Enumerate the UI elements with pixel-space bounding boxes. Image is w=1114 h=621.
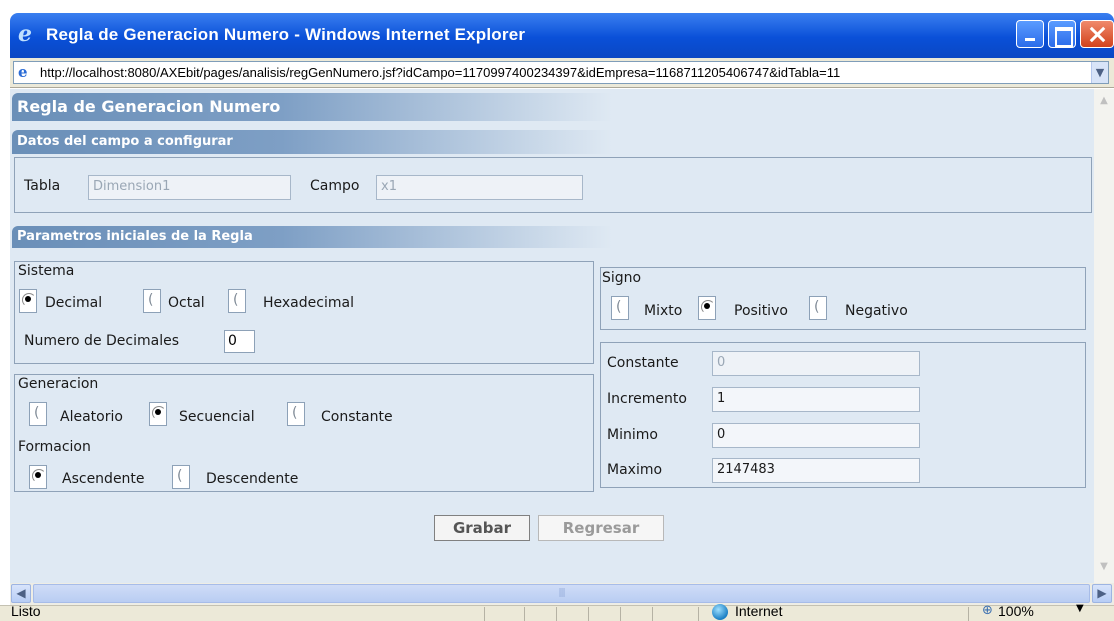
address-bar: e http://localhost:8080/AXEbit/pages/ana… xyxy=(10,58,1114,88)
tabla-field[interactable]: Dimension1 xyxy=(88,175,291,200)
radio-octal[interactable] xyxy=(143,289,161,313)
secuencial-label: Secuencial xyxy=(179,409,255,425)
negativo-label: Negativo xyxy=(845,303,908,319)
aleatorio-label: Aleatorio xyxy=(60,409,123,425)
page-content: Regla de Generacion Numero Datos del cam… xyxy=(10,89,1094,583)
minimo-field[interactable]: 0 xyxy=(712,423,920,448)
status-divider xyxy=(620,607,621,621)
status-divider xyxy=(484,607,485,621)
horizontal-scrollbar[interactable]: ◀ ||| ▶ xyxy=(10,583,1114,605)
mixto-label: Mixto xyxy=(644,303,683,319)
url-field[interactable]: e http://localhost:8080/AXEbit/pages/ana… xyxy=(13,61,1109,84)
octal-label: Octal xyxy=(168,295,205,311)
incremento-field[interactable]: 1 xyxy=(712,387,920,412)
signo-legend: Signo xyxy=(602,270,642,286)
positivo-label: Positivo xyxy=(734,303,788,319)
hexadecimal-label: Hexadecimal xyxy=(263,295,354,311)
section-parametros-header: Parametros iniciales de la Regla xyxy=(12,226,612,248)
radio-positivo[interactable] xyxy=(698,296,716,320)
maximo-label: Maximo xyxy=(607,462,663,478)
status-divider xyxy=(652,607,653,621)
zoom-dropdown-icon[interactable]: ▼ xyxy=(1076,603,1084,614)
internet-explorer-icon: e xyxy=(18,21,32,47)
zoom-icon[interactable]: ⊕ xyxy=(982,603,993,618)
ascendente-label: Ascendente xyxy=(62,471,145,487)
vertical-scrollbar[interactable]: ▲ ▼ xyxy=(1094,89,1114,583)
section-datos-header: Datos del campo a configurar xyxy=(12,130,612,154)
descendente-label: Descendente xyxy=(206,471,299,487)
title-bar[interactable]: e Regla de Generacion Numero - Windows I… xyxy=(10,13,1114,58)
decimales-label: Numero de Decimales xyxy=(24,333,180,349)
formacion-label: Formacion xyxy=(18,439,91,455)
campo-field[interactable]: x1 xyxy=(376,175,583,200)
security-zone: Internet xyxy=(735,603,783,619)
status-divider xyxy=(588,607,589,621)
maximo-field[interactable]: 2147483 xyxy=(712,458,920,483)
radio-mixto[interactable] xyxy=(611,296,629,320)
signo-group xyxy=(600,267,1086,330)
decimal-label: Decimal xyxy=(45,295,103,311)
radio-descendente[interactable] xyxy=(172,465,190,489)
radio-secuencial[interactable] xyxy=(149,402,167,426)
close-button[interactable] xyxy=(1080,20,1114,48)
constante-field[interactable]: 0 xyxy=(712,351,920,376)
tabla-label: Tabla xyxy=(24,178,61,194)
constante-label: Constante xyxy=(607,355,679,371)
scroll-right-icon[interactable]: ▶ xyxy=(1092,584,1112,603)
status-divider xyxy=(524,607,525,621)
url-dropdown-icon[interactable]: ▼ xyxy=(1091,62,1108,83)
browser-window: e Regla de Generacion Numero - Windows I… xyxy=(0,0,1114,621)
generacion-legend: Generacion xyxy=(18,376,99,392)
window-title: Regla de Generacion Numero - Windows Int… xyxy=(46,25,526,44)
minimize-button[interactable] xyxy=(1016,20,1044,48)
page-title: Regla de Generacion Numero xyxy=(12,93,612,121)
minimo-label: Minimo xyxy=(607,427,658,443)
url-text: http://localhost:8080/AXEbit/pages/anali… xyxy=(40,65,841,80)
maximize-button[interactable] xyxy=(1048,20,1076,48)
scroll-thumb[interactable]: ||| xyxy=(33,584,1090,603)
page-icon: e xyxy=(18,63,28,81)
radio-decimal[interactable] xyxy=(19,289,37,313)
globe-icon xyxy=(712,604,728,620)
incremento-label: Incremento xyxy=(607,391,687,407)
constante-option-label: Constante xyxy=(321,409,393,425)
radio-negativo[interactable] xyxy=(809,296,827,320)
radio-aleatorio[interactable] xyxy=(29,402,47,426)
campo-label: Campo xyxy=(310,178,360,194)
scroll-left-icon[interactable]: ◀ xyxy=(11,584,31,603)
decimales-field[interactable]: 0 xyxy=(224,330,255,353)
status-divider xyxy=(968,607,969,621)
scroll-up-icon[interactable]: ▲ xyxy=(1094,91,1114,111)
radio-hexadecimal[interactable] xyxy=(228,289,246,313)
grabar-button[interactable]: Grabar xyxy=(434,515,530,541)
radio-constante[interactable] xyxy=(287,402,305,426)
status-divider xyxy=(698,607,699,621)
scroll-down-icon[interactable]: ▼ xyxy=(1094,557,1114,577)
radio-ascendente[interactable] xyxy=(29,465,47,489)
zoom-level[interactable]: 100% xyxy=(998,603,1034,619)
status-divider xyxy=(556,607,557,621)
regresar-button[interactable]: Regresar xyxy=(538,515,664,541)
status-text: Listo xyxy=(11,603,41,619)
sistema-legend: Sistema xyxy=(18,263,75,279)
status-bar: Listo Internet ⊕ 100% ▼ xyxy=(0,603,1114,621)
